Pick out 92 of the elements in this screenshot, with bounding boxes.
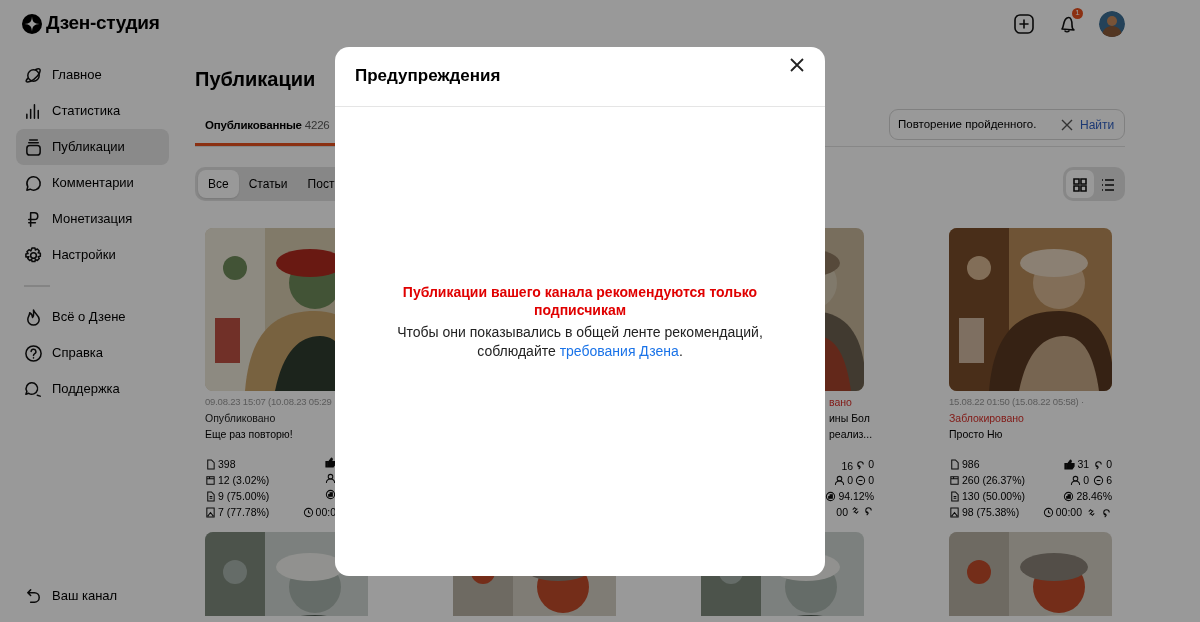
views-icon	[949, 458, 960, 470]
dialog-title: Предупреждения	[355, 66, 501, 87]
stat-value: 7 (77.78%)	[218, 505, 270, 520]
reposts-icon	[863, 505, 874, 516]
stat-value: 31	[1077, 457, 1090, 472]
your-channel-link[interactable]: Ваш канал	[16, 578, 169, 614]
add-icon[interactable]	[1013, 12, 1035, 35]
sidebar-item[interactable]: Настройки	[16, 237, 169, 273]
stat-value: 9 (75.00%)	[218, 489, 270, 504]
sidebar-item[interactable]: Главное	[16, 57, 169, 93]
warning-message: Публикации вашего канала рекомендуются только подписчикам	[401, 282, 759, 319]
card-title: Еще раз повторю!	[205, 427, 294, 442]
comments-icon	[1093, 474, 1105, 486]
grid-icon	[1072, 176, 1088, 193]
card-title: ины Бол	[828, 411, 871, 426]
stat-value: 260 (26.37%)	[962, 473, 1026, 488]
support-icon	[24, 379, 43, 399]
time-icon	[302, 506, 314, 518]
views-icon	[205, 458, 216, 470]
stat-value: 98 (75.38%)	[962, 505, 1020, 520]
reposts-icon	[1093, 458, 1105, 470]
stat-value: 0	[1083, 473, 1090, 488]
shows-icon	[949, 474, 960, 486]
engagement-icon	[1063, 490, 1075, 502]
gear-icon	[24, 245, 43, 265]
shows-icon	[205, 474, 216, 486]
grid-view-button[interactable]	[1066, 170, 1094, 198]
planet-icon	[24, 65, 43, 85]
find-button[interactable]: Найти	[1080, 115, 1115, 134]
subscribers-icon	[834, 474, 846, 486]
sidebar-item[interactable]: Комментарии	[16, 165, 169, 201]
notification-count: 1	[1072, 7, 1083, 19]
publish-date: 09.08.23 15:07 (10.08.23 05:29	[205, 395, 333, 409]
clear-icon[interactable]	[1061, 118, 1073, 131]
comments-icon	[855, 474, 867, 486]
help-icon	[24, 343, 43, 363]
logo-icon	[22, 13, 42, 34]
reads-icon	[949, 490, 960, 502]
link-icon	[1086, 506, 1097, 518]
link-icon	[850, 505, 861, 516]
stat-value: 0	[868, 473, 874, 488]
status-label: Опубликовано	[205, 411, 277, 426]
comment-icon	[24, 173, 43, 193]
sidebar-item[interactable]: Статистика	[16, 93, 169, 129]
sidebar-item[interactable]: Поддержка	[16, 371, 169, 407]
filter-tab[interactable]: Статьи	[238, 170, 298, 198]
completion-icon	[205, 506, 216, 518]
avatar[interactable]	[1099, 10, 1125, 37]
subscribers-icon	[325, 473, 336, 484]
stat-value: 398	[218, 457, 236, 472]
stat-value: 00:00	[1055, 505, 1082, 520]
fire-icon	[24, 307, 43, 327]
likes-icon	[1064, 458, 1076, 470]
stack-icon	[24, 137, 43, 157]
publish-date: 15.08.22 01:50 (15.08.22 05:58) ·	[949, 395, 1085, 409]
reads-icon	[205, 490, 216, 502]
requirements-link[interactable]: требования Дзена	[559, 342, 679, 359]
sidebar-item[interactable]: Всё о Дзене	[16, 299, 169, 335]
search-field[interactable]: Повторение пройденного. Найти	[889, 109, 1125, 140]
reposts-icon	[855, 458, 867, 470]
stat-value: 986	[962, 457, 980, 472]
engagement-icon	[825, 490, 837, 502]
stat-value: 0	[847, 473, 854, 488]
filter-tab[interactable]: Все	[198, 170, 239, 198]
stat-value: 16	[841, 458, 854, 474]
card-title: Просто Ню	[949, 427, 1004, 442]
stat-value: 00	[836, 505, 848, 520]
stat-value: 12 (3.02%)	[218, 473, 270, 488]
status-label: Заблокировано	[949, 411, 1025, 426]
stat-value: 28.46%	[1076, 489, 1112, 504]
stat-value: 0	[1106, 457, 1112, 472]
subscribers-icon	[1070, 474, 1082, 486]
stat-value: 6	[1106, 473, 1112, 488]
dialog-text: Чтобы они показывались в общей ленте рекомендаций, соблюдайте требования Дзена.	[396, 322, 764, 361]
status-label: вано	[828, 395, 853, 410]
engagement-icon	[325, 489, 336, 500]
card-title: реализ...	[828, 427, 874, 442]
reposts-icon	[1101, 506, 1112, 518]
stat-value: 130 (50.00%)	[962, 489, 1026, 504]
page-title: Публикации	[195, 67, 316, 91]
sidebar-item[interactable]: Справка	[16, 335, 169, 371]
app-logo: Дзен-студия	[46, 11, 160, 36]
likes-icon	[325, 457, 336, 468]
back-icon	[24, 586, 43, 606]
time-icon	[1042, 506, 1054, 518]
sidebar-item[interactable]: Публикации	[16, 129, 169, 165]
list-icon	[1100, 176, 1116, 193]
filter-tab[interactable]: Пост	[297, 170, 345, 198]
stat-value: 0	[868, 457, 874, 472]
stat-value: 94.12%	[838, 489, 874, 504]
sidebar-item[interactable]: Монетизация	[16, 201, 169, 237]
completion-icon	[949, 506, 960, 518]
